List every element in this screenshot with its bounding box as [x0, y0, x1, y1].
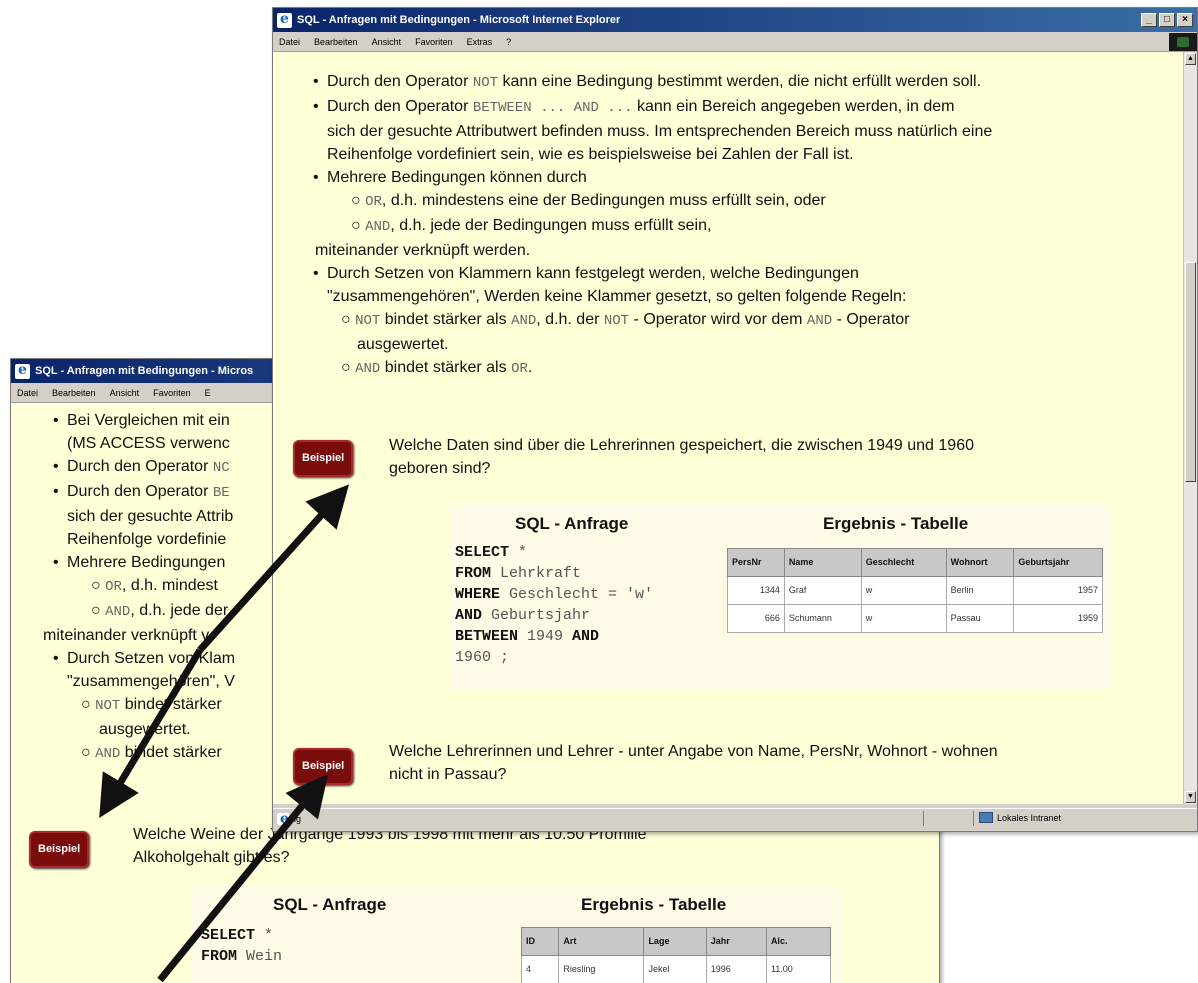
question-text-1: Welche Daten sind über die Lehrerinnen g… [389, 437, 974, 477]
front-browser-window: SQL - Anfragen mit Bedingungen - Microso… [272, 7, 1198, 832]
menu-bearbeiten[interactable]: Bearbeiten [314, 37, 358, 47]
sub-item-not: ○ NOT bindet stärker als AND, d.h. der N… [341, 311, 910, 353]
menu-bearbeiten[interactable]: Bearbeiten [52, 388, 96, 398]
scroll-thumb[interactable] [1185, 262, 1196, 482]
beispiel-badge[interactable]: Beispiel [29, 831, 90, 868]
result-table: PersNr Name Geschlecht Wohnort Geburtsja… [727, 548, 1103, 633]
result-heading: Ergebnis - Tabelle [823, 514, 969, 533]
table-row: 4 Riesling Jekel 1996 11.00 [520, 955, 832, 983]
sql-heading: SQL - Anfrage [273, 895, 387, 914]
result-heading: Ergebnis - Tabelle [581, 895, 727, 914]
sub-item-and: ○ AND, d.h. jede der Bedingungen muss er… [351, 217, 712, 235]
menu-favoriten[interactable]: Favoriten [153, 388, 191, 398]
sql-code: SELECT * FROM Lehrkraft WHERE Geschlecht… [455, 544, 654, 666]
front-menubar: Datei Bearbeiten Ansicht Favoriten Extra… [273, 32, 1197, 52]
menu-help[interactable]: ? [506, 37, 511, 47]
question-text-2: Welche Lehrerinnen und Lehrer - unter An… [389, 743, 998, 783]
connect-text: miteinander verknüpft werden. [315, 242, 531, 259]
page-icon [277, 811, 289, 827]
menu-ansicht[interactable]: Ansicht [110, 388, 140, 398]
list-item: Durch den Operator BETWEEN ... AND ... k… [313, 95, 1183, 166]
beispiel-badge-2[interactable]: Beispiel [293, 748, 354, 785]
close-button[interactable]: × [1177, 13, 1193, 27]
sub-item-and2: ○ AND bindet stärker als OR. [341, 359, 533, 377]
intranet-icon [979, 812, 993, 823]
result-table: ID Art Lage Jahr Alc. 4 Riesling Jekel 1996 11.0… [520, 927, 832, 983]
beispiel-badge-1[interactable]: Beispiel [293, 440, 354, 477]
sql-code: SELECT * FROM Wein [201, 927, 283, 965]
menu-favoriten[interactable]: Favoriten [415, 37, 453, 47]
zone-indicator: Lokales Intranet [979, 812, 1061, 823]
scroll-down-arrow-icon[interactable]: ▼ [1185, 791, 1196, 803]
list-item: Mehrere Bedingungen können durch [313, 166, 1183, 189]
front-window-title: SQL - Anfragen mit Bedingungen - Microso… [297, 14, 621, 26]
menu-extras[interactable]: E [205, 388, 211, 398]
maximize-button[interactable]: □ [1159, 13, 1175, 27]
status-bar: ig Lokales Intranet [273, 808, 1197, 828]
menu-datei[interactable]: Datei [17, 388, 38, 398]
sub-item-or: ○ OR, d.h. mindestens eine der Bedingung… [351, 192, 826, 210]
list-item: Durch den Operator NOT kann eine Bedingu… [313, 70, 1183, 95]
ie-icon [277, 11, 292, 28]
minimize-button[interactable]: _ [1141, 13, 1157, 27]
back-window-title: SQL - Anfragen mit Bedingungen - Micros [35, 365, 254, 377]
ie-icon [15, 362, 30, 379]
sql-example-box: SQL - Anfrage Ergebnis - Tabelle SELECT … [449, 504, 1111, 690]
menu-datei[interactable]: Datei [279, 37, 300, 47]
windows-logo-icon [1169, 32, 1197, 51]
sql-heading: SQL - Anfrage [515, 514, 629, 533]
status-text: ig [294, 813, 302, 824]
front-window-titlebar[interactable]: SQL - Anfragen mit Bedingungen - Microso… [273, 8, 1197, 32]
menu-extras[interactable]: Extras [467, 37, 493, 47]
vertical-scrollbar[interactable]: ▲ ▼ [1183, 52, 1197, 804]
menu-ansicht[interactable]: Ansicht [372, 37, 402, 47]
table-row: 666 Schumann w Passau 1959 [727, 604, 1103, 633]
list-item: Durch Setzen von Klammern kann festgeleg… [313, 262, 1183, 308]
front-page-content: Durch den Operator NOT kann eine Bedingu… [273, 52, 1183, 804]
table-row: 1344 Graf w Berlin 1957 [727, 576, 1103, 605]
sql-example-box: SQL - Anfrage Ergebnis - Tabelle SELECT … [191, 885, 841, 983]
window-controls: _ □ × [1141, 13, 1193, 27]
scroll-up-arrow-icon[interactable]: ▲ [1185, 53, 1196, 65]
